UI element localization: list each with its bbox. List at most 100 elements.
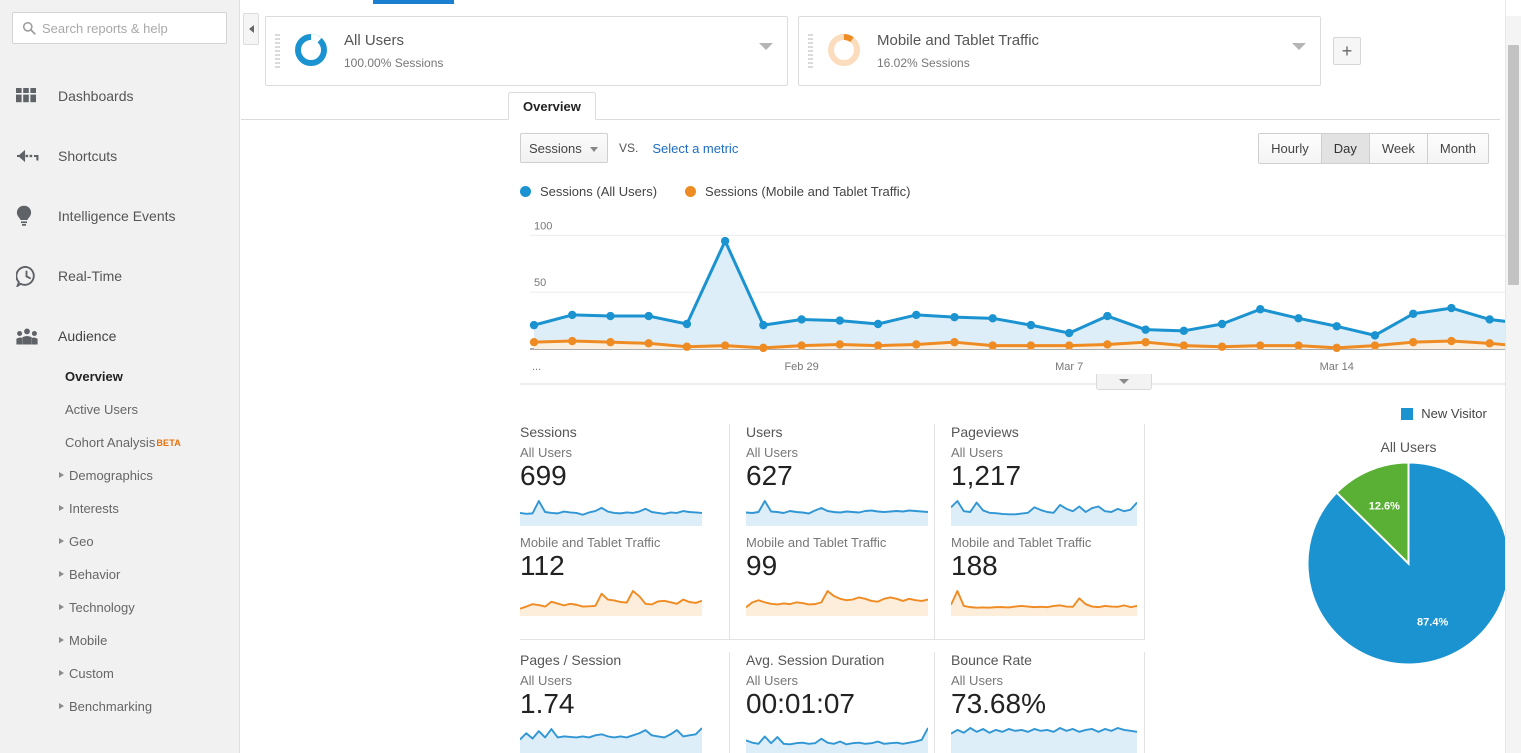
dashboard-grid-icon [16,84,44,108]
legend-item-new-visitor[interactable]: New Visitor [1401,406,1487,421]
sessions-timeseries-chart[interactable]: 50100...Feb 29Mar 7Mar 14Mar 21 [520,210,1521,388]
search-input[interactable] [42,13,226,43]
sidebar-subitem-label: Interests [69,501,119,516]
sidebar-item-mobile[interactable]: Mobile [0,624,239,657]
metric-card-title: Pages / Session [520,652,713,668]
metric-card-value: 99 [746,551,918,582]
tab-overview[interactable]: Overview [508,92,596,120]
metric-card-value: 188 [951,551,1128,582]
chevron-right-icon [59,472,64,478]
metric-card-pages-per-session[interactable]: Pages / Session All Users 1.74 Mobile an… [520,652,730,753]
metric-card-title: Users [746,424,918,440]
pie-chart-all-users[interactable]: 87.4%12.6% [1301,461,1516,666]
metric-cards-grid: Sessions All Users 699 Mobile and Tablet… [520,424,1145,753]
legend-label: New Visitor [1421,406,1487,421]
sidebar-item-demographics[interactable]: Demographics [0,459,239,492]
search-reports-box[interactable] [12,12,227,44]
sparkline-all-users [746,723,928,753]
segment-card-all-users[interactable]: All Users 100.00% Sessions [265,16,788,86]
sidebar-subitem-label: Cohort Analysis [65,435,155,450]
sidebar-subitem-label: Custom [69,666,114,681]
metric-card-title: Avg. Session Duration [746,652,918,668]
sparkline-all-users [520,496,702,526]
sidebar-subitem-label: Overview [65,369,123,384]
sidebar-subitem-label: Behavior [69,567,120,582]
sidebar-item-overview[interactable]: Overview [0,360,239,393]
sidebar-item-cohort-analysis[interactable]: Cohort AnalysisBETA [0,426,239,459]
metric-card-segment-label: All Users [520,673,713,688]
segment-text: All Users 100.00% Sessions [344,31,443,70]
metric-card-segment-label: All Users [746,445,918,460]
search-section [0,0,239,44]
active-tab-indicator [373,0,454,4]
metric-card-value: 1.74 [520,689,713,720]
chevron-down-icon [590,147,598,152]
sidebar-item-behavior[interactable]: Behavior [0,558,239,591]
metric-select-dropdown[interactable]: Sessions [520,133,608,163]
pie-charts-row: 87.4%12.6% 81.3%18.8% [1301,461,1521,666]
add-segment-button[interactable]: + [1333,37,1361,65]
sidebar-item-custom[interactable]: Custom [0,657,239,690]
sidebar-item-interests[interactable]: Interests [0,492,239,525]
granularity-day[interactable]: Day [1322,134,1370,163]
sidebar-item-audience[interactable]: Audience [0,306,239,366]
metric-card-segment-label: All Users [951,445,1128,460]
granularity-hourly[interactable]: Hourly [1259,134,1322,163]
metric-card-pageviews[interactable]: Pageviews All Users 1,217 Mobile and Tab… [935,424,1145,640]
legend-item-sessions-mobile-tablet[interactable]: Sessions (Mobile and Tablet Traffic) [685,184,910,199]
sidebar-item-intelligence-events[interactable]: Intelligence Events [0,186,239,246]
lightbulb-icon [16,204,44,228]
chevron-right-icon [59,604,64,610]
legend-label: Sessions (Mobile and Tablet Traffic) [705,184,910,199]
vertical-scrollbar[interactable] [1505,0,1521,753]
sidebar-item-label: Real-Time [58,268,122,284]
granularity-month[interactable]: Month [1428,134,1488,163]
sparkline-all-users [951,496,1137,526]
select-a-metric-link[interactable]: Select a metric [652,141,738,156]
segment-name: Mobile and Tablet Traffic [877,31,1039,51]
shortcut-arrow-icon [16,144,44,168]
segment-card-mobile-tablet[interactable]: Mobile and Tablet Traffic 16.02% Session… [798,16,1321,86]
sidebar-item-technology[interactable]: Technology [0,591,239,624]
metric-card-value: 00:01:07 [746,689,918,720]
drag-handle-icon[interactable] [808,34,813,68]
clock-icon [16,264,44,288]
legend-item-sessions-all-users[interactable]: Sessions (All Users) [520,184,657,199]
metric-card-value: 699 [520,461,713,492]
granularity-week[interactable]: Week [1370,134,1428,163]
sidebar-item-benchmarking[interactable]: Benchmarking [0,690,239,723]
sidebar-collapse-button[interactable] [243,13,259,45]
chevron-down-icon[interactable] [759,43,773,50]
chevron-right-icon [59,703,64,709]
sidebar-subitem-label: Technology [69,600,135,615]
svg-text:Mar 7: Mar 7 [1055,361,1083,373]
new-vs-returning-section: New Visitor Returning Visitor All Users … [1301,406,1521,666]
sidebar-item-shortcuts[interactable]: Shortcuts [0,126,239,186]
chevron-down-icon[interactable] [1292,43,1306,50]
metric-card-bounce-rate[interactable]: Bounce Rate All Users 73.68% Mobile and … [935,652,1145,753]
chevron-right-icon [59,538,64,544]
scrollbar-thumb[interactable] [1508,45,1519,285]
sidebar-item-dashboards[interactable]: Dashboards [0,66,239,126]
pie-legend: New Visitor Returning Visitor [1301,406,1521,421]
chart-expand-button[interactable] [1096,374,1152,390]
sidebar-item-active-users[interactable]: Active Users [0,393,239,426]
sidebar-item-geo[interactable]: Geo [0,525,239,558]
metric-card-title: Bounce Rate [951,652,1128,668]
svg-text:...: ... [532,361,541,373]
scrollbar-top-cap [1506,0,1521,16]
primary-nav: Dashboards Shortcuts [0,66,239,366]
chevron-right-icon [59,670,64,676]
chevron-right-icon [59,505,64,511]
svg-text:12.6%: 12.6% [1369,501,1400,513]
metric-card-sessions[interactable]: Sessions All Users 699 Mobile and Tablet… [520,424,730,640]
sidebar-subitem-label: Geo [69,534,94,549]
chart-legend: Sessions (All Users) Sessions (Mobile an… [520,184,939,199]
granularity-toggle-group: Hourly Day Week Month [1258,133,1489,164]
chevron-right-icon [59,637,64,643]
sidebar-item-real-time[interactable]: Real-Time [0,246,239,306]
audience-submenu: Overview Active Users Cohort AnalysisBET… [0,360,239,723]
drag-handle-icon[interactable] [275,34,280,68]
metric-card-users[interactable]: Users All Users 627 Mobile and Tablet Tr… [730,424,935,640]
metric-card-avg-session-duration[interactable]: Avg. Session Duration All Users 00:01:07… [730,652,935,753]
